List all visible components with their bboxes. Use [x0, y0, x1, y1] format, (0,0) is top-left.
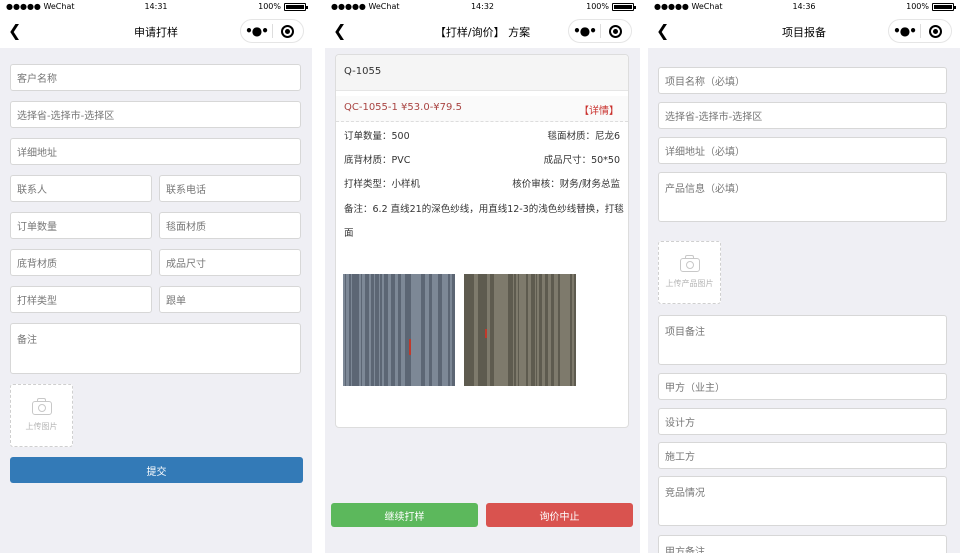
plan-code: Q-1055: [336, 55, 628, 91]
more-icon[interactable]: •●•: [889, 21, 920, 41]
battery-status: 100%: [258, 2, 308, 11]
product-info-textarea[interactable]: 产品信息（必填）: [658, 172, 947, 222]
sample-plan-screen: ●●●●● WeChat 14:32 100% ❮ 【打样/询价】 方案 •●•…: [325, 0, 640, 553]
follow-up-input[interactable]: 跟单: [159, 286, 301, 313]
address-input[interactable]: 详细地址（必填）: [658, 137, 947, 164]
apply-sample-screen: ●●●●● WeChat 14:31 100% ❮ 申请打样 •●• 客户名称 …: [0, 0, 312, 553]
party-a-remark-textarea[interactable]: 甲方备注: [658, 535, 947, 553]
phone-input[interactable]: 联系电话: [159, 175, 301, 202]
nav-bar: ❮ 项目报备 •●•: [648, 15, 960, 48]
sample-marker: [409, 339, 411, 355]
project-report-screen: ●●●●● WeChat 14:36 100% ❮ 项目报备 •●• 项目名称（…: [648, 0, 960, 553]
carpet-sample-image-2[interactable]: [464, 274, 576, 386]
miniprogram-capsule: •●•: [568, 19, 632, 43]
target-icon: [929, 24, 943, 38]
plan-card: Q-1055 QC-1055-1 ¥53.0-¥79.5 【详情】 订单数量：5…: [335, 54, 629, 428]
battery-icon: [284, 2, 308, 11]
close-miniprogram-button[interactable]: [273, 24, 303, 38]
nav-bar: ❮ 申请打样 •●•: [0, 15, 312, 48]
more-icon[interactable]: •●•: [241, 21, 272, 41]
battery-icon: [612, 2, 636, 11]
constructor-input[interactable]: 施工方: [658, 442, 947, 469]
status-bar: ●●●●● WeChat 14:31 100%: [0, 0, 312, 15]
project-name-input[interactable]: 项目名称（必填）: [658, 67, 947, 94]
order-qty-value: 订单数量：500: [344, 131, 410, 142]
approval-value: 核价审核：财务/财务总监: [512, 179, 620, 190]
backing-material-value: 底背材质：PVC: [344, 155, 411, 166]
battery-percent: 100%: [586, 2, 609, 11]
status-bar: ●●●●● WeChat 14:32 100%: [325, 0, 640, 15]
battery-status: 100%: [586, 2, 636, 11]
carpet-sample-image-1[interactable]: [343, 274, 455, 386]
close-miniprogram-button[interactable]: [921, 24, 951, 38]
product-size-input[interactable]: 成品尺寸: [159, 249, 301, 276]
quote-line: QC-1055-1 ¥53.0-¥79.5: [344, 102, 462, 113]
camera-icon: [31, 398, 52, 415]
nav-bar: ❮ 【打样/询价】 方案 •●•: [325, 15, 640, 48]
battery-percent: 100%: [258, 2, 281, 11]
more-icon[interactable]: •●•: [569, 21, 600, 41]
backing-material-input[interactable]: 底背材质: [10, 249, 152, 276]
sample-marker: [485, 329, 487, 338]
target-icon: [609, 24, 623, 38]
remark-textarea[interactable]: 备注: [10, 323, 301, 374]
target-icon: [281, 24, 295, 38]
screenshot-collage: ●●●●● WeChat 14:31 100% ❮ 申请打样 •●• 客户名称 …: [0, 0, 960, 553]
battery-icon: [932, 2, 956, 11]
miniprogram-capsule: •●•: [888, 19, 952, 43]
camera-icon: [679, 255, 700, 272]
contact-input[interactable]: 联系人: [10, 175, 152, 202]
order-qty-input[interactable]: 订单数量: [10, 212, 152, 239]
product-size-value: 成品尺寸：50*50: [543, 155, 620, 166]
project-remark-textarea[interactable]: 项目备注: [658, 315, 947, 365]
customer-name-input[interactable]: 客户名称: [10, 64, 301, 91]
region-picker[interactable]: 选择省-选择市-选择区: [658, 102, 947, 129]
sample-type-picker[interactable]: 打样类型: [10, 286, 152, 313]
quote-row: QC-1055-1 ¥53.0-¥79.5 【详情】: [336, 96, 628, 122]
upload-image-button[interactable]: 上传图片: [10, 384, 73, 447]
continue-sample-button[interactable]: 继续打样: [331, 503, 478, 527]
miniprogram-capsule: •●•: [240, 19, 304, 43]
status-bar: ●●●●● WeChat 14:36 100%: [648, 0, 960, 15]
upload-label: 上传图片: [25, 422, 58, 431]
surface-material-input[interactable]: 毯面材质: [159, 212, 301, 239]
submit-button[interactable]: 提交: [10, 457, 303, 483]
battery-percent: 100%: [906, 2, 929, 11]
upload-label: 上传产品图片: [665, 279, 714, 288]
region-picker[interactable]: 选择省-选择市-选择区: [10, 101, 301, 128]
upload-product-image-button[interactable]: 上传产品图片: [658, 241, 721, 304]
competitor-textarea[interactable]: 竞品情况: [658, 476, 947, 526]
address-input[interactable]: 详细地址: [10, 138, 301, 165]
party-a-input[interactable]: 甲方（业主）: [658, 373, 947, 400]
remark-text: 备注：6.2 直线21的深色纱线，用直线12-3的浅色纱线替换，打毯面: [344, 204, 624, 239]
battery-status: 100%: [906, 2, 956, 11]
detail-link[interactable]: 【详情】: [579, 102, 619, 117]
sample-type-value: 打样类型：小样机: [344, 179, 421, 190]
stop-inquiry-button[interactable]: 询价中止: [486, 503, 633, 527]
close-miniprogram-button[interactable]: [601, 24, 631, 38]
designer-input[interactable]: 设计方: [658, 408, 947, 435]
surface-material-value: 毯面材质：尼龙6: [547, 131, 620, 142]
